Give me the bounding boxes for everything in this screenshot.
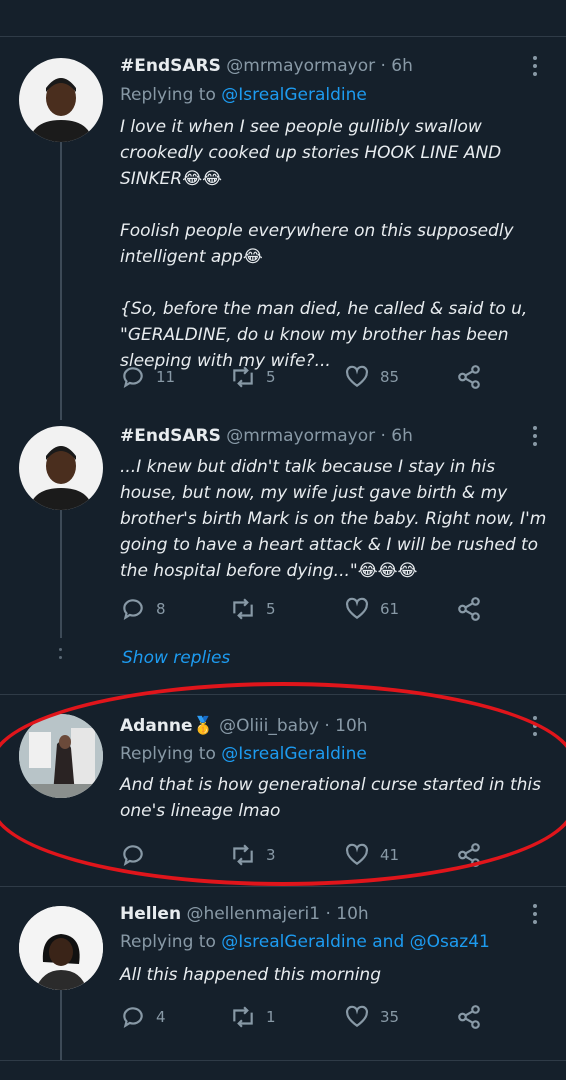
share-button[interactable] <box>456 1004 482 1030</box>
timestamp[interactable]: · 10h <box>325 904 368 924</box>
retweet-count: 5 <box>266 368 276 386</box>
reply-icon <box>123 367 143 389</box>
tweet-header: Hellen @hellenmajeri1 · 10h <box>120 904 369 924</box>
reply-count: 8 <box>156 600 166 618</box>
thread-dots <box>59 648 63 664</box>
more-icon[interactable] <box>532 56 538 80</box>
like-button[interactable]: 61 <box>344 596 399 622</box>
share-icon <box>458 597 480 621</box>
mention-link[interactable]: @IsrealGeraldine <box>221 744 367 764</box>
mention-link[interactable]: @IsrealGeraldine <box>221 85 367 105</box>
divider <box>0 1060 566 1061</box>
like-count: 85 <box>380 368 400 386</box>
reply-icon <box>123 845 143 867</box>
display-name[interactable]: Hellen <box>120 904 181 924</box>
avatar[interactable] <box>19 426 103 510</box>
heart-icon <box>346 597 368 619</box>
thread-line <box>60 990 62 1060</box>
reply-button[interactable]: 11 <box>120 364 175 390</box>
avatar[interactable] <box>19 906 103 990</box>
tweet-text: And that is how generational curse start… <box>120 775 541 821</box>
display-name[interactable]: Adanne🥇 <box>120 716 214 736</box>
share-button[interactable] <box>456 596 482 622</box>
tweet-header: #EndSARS @mrmayormayor · 6h <box>120 426 413 446</box>
reply-button[interactable]: 4 <box>120 1004 166 1030</box>
reply-count: 4 <box>156 1008 166 1026</box>
reply-count: 11 <box>156 368 176 386</box>
like-count: 61 <box>380 600 400 618</box>
replying-to: Replying to @IsrealGeraldine <box>120 744 367 764</box>
retweet-button[interactable]: 5 <box>230 596 276 622</box>
tweet-actions: 4 1 35 <box>120 1004 490 1032</box>
mention-link[interactable]: @IsrealGeraldine <box>221 932 367 952</box>
user-handle[interactable]: @hellenmajeri1 <box>186 904 320 924</box>
like-button[interactable]: 85 <box>344 364 399 390</box>
thread-line <box>60 508 62 638</box>
retweet-button[interactable]: 3 <box>230 842 276 868</box>
replying-to: Replying to @IsrealGeraldine and @Osaz41 <box>120 932 490 952</box>
like-count: 35 <box>380 1008 400 1026</box>
heart-icon <box>346 1005 368 1027</box>
heart-icon <box>346 843 368 865</box>
retweet-icon <box>233 844 253 866</box>
timestamp[interactable]: · 6h <box>381 426 413 446</box>
share-icon <box>458 1005 480 1029</box>
retweet-icon <box>233 366 253 388</box>
like-button[interactable]: 35 <box>344 1004 399 1030</box>
reply-icon <box>123 1007 143 1029</box>
mention-link[interactable]: @Osaz41 <box>410 932 490 952</box>
timestamp[interactable]: · 10h <box>324 716 367 736</box>
avatar[interactable] <box>19 58 103 142</box>
user-handle[interactable]: @Oliii_baby <box>219 716 319 736</box>
retweet-button[interactable]: 1 <box>230 1004 276 1030</box>
like-button[interactable]: 41 <box>344 842 399 868</box>
share-icon <box>458 365 480 389</box>
tweet-header: #EndSARS @mrmayormayor · 6h <box>120 56 413 76</box>
retweet-icon <box>233 598 253 620</box>
retweet-count: 3 <box>266 846 276 864</box>
user-handle[interactable]: @mrmayormayor <box>226 426 375 446</box>
like-count: 41 <box>380 846 400 864</box>
avatar[interactable] <box>19 714 103 798</box>
timestamp[interactable]: · 6h <box>381 56 413 76</box>
divider <box>0 886 566 887</box>
share-button[interactable] <box>456 364 482 390</box>
replying-to: Replying to @IsrealGeraldine <box>120 85 367 105</box>
display-name[interactable]: #EndSARS <box>120 426 221 446</box>
retweet-icon <box>233 1006 253 1028</box>
reply-button[interactable] <box>120 842 156 868</box>
divider <box>0 694 566 695</box>
more-icon[interactable] <box>532 716 538 740</box>
retweet-button[interactable]: 5 <box>230 364 276 390</box>
retweet-count: 5 <box>266 600 276 618</box>
heart-icon <box>346 365 368 387</box>
more-icon[interactable] <box>532 904 538 928</box>
tweet-text: ...I knew but didn't talk because I stay… <box>120 457 547 581</box>
tweet-actions: 3 41 <box>120 842 490 870</box>
user-handle[interactable]: @mrmayormayor <box>226 56 375 76</box>
more-icon[interactable] <box>532 426 538 450</box>
retweet-count: 1 <box>266 1008 276 1026</box>
tweet-text: I love it when I see people gullibly swa… <box>120 117 528 371</box>
tweet-actions: 11 5 85 <box>120 364 490 392</box>
thread-line <box>60 134 62 420</box>
reply-icon <box>123 599 143 621</box>
reply-button[interactable]: 8 <box>120 596 166 622</box>
tweet-text: All this happened this morning <box>120 965 382 985</box>
show-replies-link[interactable]: Show replies <box>122 648 230 668</box>
share-button[interactable] <box>456 842 482 868</box>
share-icon <box>458 843 480 867</box>
tweet-header: Adanne🥇 @Oliii_baby · 10h <box>120 716 368 736</box>
display-name[interactable]: #EndSARS <box>120 56 221 76</box>
divider <box>0 36 566 37</box>
tweet-actions: 8 5 61 <box>120 596 490 624</box>
